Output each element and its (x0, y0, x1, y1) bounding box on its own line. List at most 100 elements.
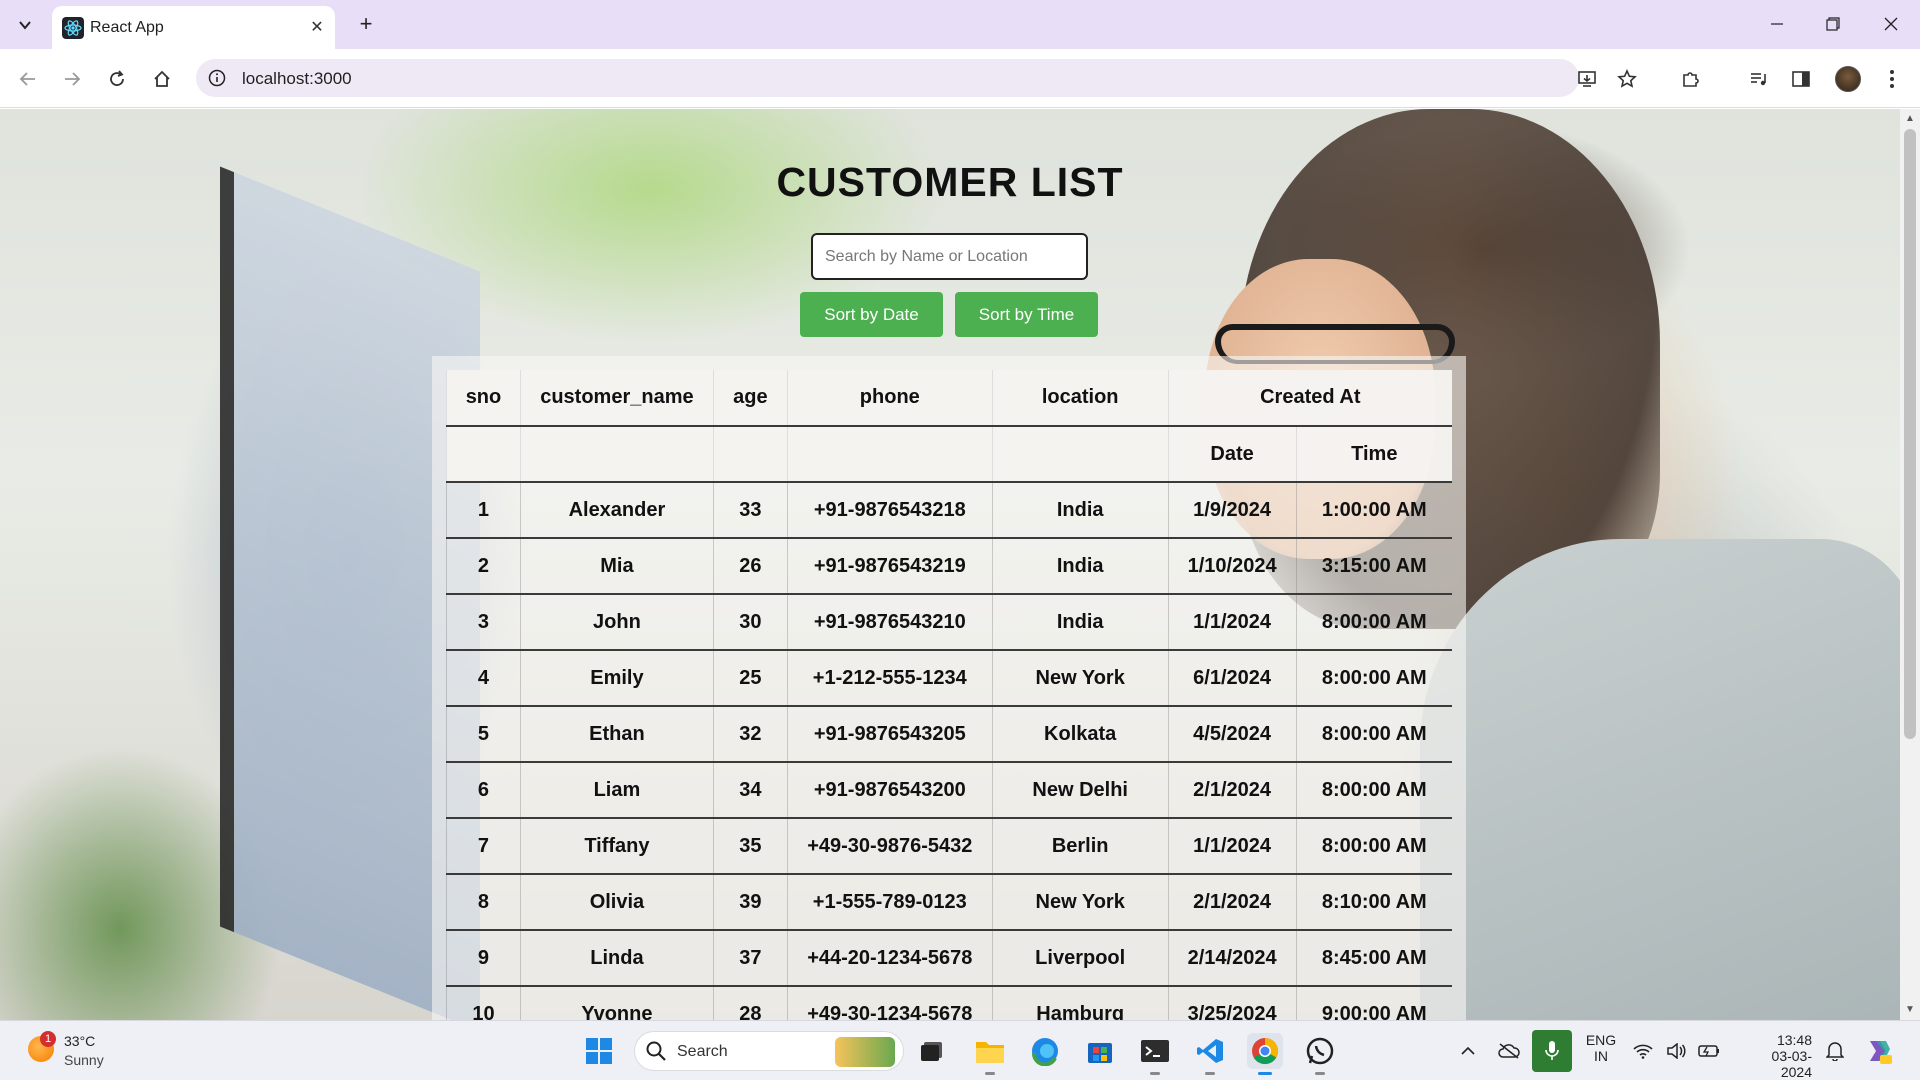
cell-sno: 4 (446, 650, 521, 707)
cell-time: 8:00:00 AM (1295, 762, 1452, 819)
cell-time: 8:45:00 AM (1295, 930, 1452, 987)
page-scrollbar[interactable]: ▲ ▼ (1900, 109, 1920, 1020)
header-customer-name: customer_name (519, 370, 714, 427)
running-indicator (1315, 1072, 1325, 1075)
table-row: 9 Linda 37 +44-20-1234-5678 Liverpool 2/14/20… (446, 930, 1452, 987)
chrome-icon[interactable] (1247, 1033, 1283, 1075)
cell-phone: +49-30-1234-5678 (786, 986, 993, 1020)
taskbar-search-box[interactable]: Search (634, 1031, 904, 1071)
new-tab-button[interactable]: + (352, 10, 380, 38)
cell-sno: 10 (446, 986, 521, 1020)
cell-time: 8:00:00 AM (1295, 650, 1452, 707)
profile-avatar[interactable] (1832, 63, 1864, 95)
sort-by-date-button[interactable]: Sort by Date (800, 292, 943, 337)
install-app-icon[interactable] (1571, 63, 1603, 95)
microphone-icon[interactable] (1532, 1030, 1572, 1072)
file-explorer-icon[interactable] (972, 1033, 1008, 1075)
microsoft-store-icon[interactable] (1082, 1033, 1118, 1069)
clock-time: 13:48 (1776, 1032, 1812, 1048)
search-highlight-icon (835, 1037, 895, 1067)
cell-location: India (991, 538, 1169, 595)
header-location: location (991, 370, 1169, 427)
cell-location: New York (991, 874, 1169, 931)
cell-time: 8:00:00 AM (1295, 818, 1452, 875)
cell-age: 37 (712, 930, 788, 987)
whatsapp-icon[interactable] (1302, 1033, 1338, 1075)
sort-by-time-button[interactable]: Sort by Time (955, 292, 1098, 337)
windows-start-icon[interactable] (581, 1033, 617, 1069)
copilot-icon[interactable] (1860, 1033, 1896, 1069)
show-hidden-icons-chevron-icon[interactable] (1455, 1033, 1481, 1069)
task-view-icon[interactable] (914, 1033, 950, 1069)
running-indicator (985, 1072, 995, 1075)
cell-sno: 3 (446, 594, 521, 651)
scroll-up-arrow-icon[interactable]: ▲ (1904, 113, 1916, 125)
browser-menu-icon[interactable] (1876, 63, 1908, 95)
vscode-icon[interactable] (1192, 1033, 1228, 1075)
cell-phone: +91-9876543219 (786, 538, 993, 595)
battery-icon[interactable] (1696, 1033, 1722, 1069)
cell-age: 34 (712, 762, 788, 819)
reload-icon[interactable] (101, 63, 133, 95)
subheader-empty (786, 426, 993, 483)
edge-browser-icon[interactable] (1027, 1033, 1063, 1069)
cell-age: 25 (712, 650, 788, 707)
cell-location: India (991, 594, 1169, 651)
cell-date: 3/25/2024 (1167, 986, 1297, 1020)
onedrive-offline-icon[interactable] (1496, 1033, 1522, 1069)
wifi-icon[interactable] (1631, 1033, 1655, 1069)
browser-tab-active[interactable]: React App ✕ (52, 6, 335, 49)
language-code: ENG (1585, 1032, 1617, 1048)
minimize-window-button[interactable] (1755, 8, 1799, 40)
address-bar[interactable]: localhost:3000 (196, 59, 1579, 97)
clock[interactable]: 13:48 03-03-2024 (1742, 1032, 1812, 1080)
cell-time: 8:00:00 AM (1295, 594, 1452, 651)
home-icon[interactable] (146, 63, 178, 95)
taskbar-search-label: Search (677, 1043, 728, 1060)
forward-arrow-icon[interactable] (56, 63, 88, 95)
tab-search-dropdown-icon[interactable] (12, 12, 38, 38)
language-indicator[interactable]: ENG IN (1583, 1032, 1619, 1064)
subheader-empty (446, 426, 521, 483)
close-window-button[interactable] (1869, 8, 1913, 40)
customer-table-body: 1 Alexander 33 +91-9876543218 India 1/9/2024 1… (446, 482, 1452, 1020)
browser-tab-bar: React App ✕ + (0, 0, 1920, 49)
browser-toolbar: localhost:3000 (0, 49, 1920, 108)
table-row: 4 Emily 25 +1-212-555-1234 New York 6/1/2024 8… (446, 650, 1452, 707)
weather-temperature: 33°C (64, 1033, 96, 1049)
terminal-icon[interactable] (1137, 1033, 1173, 1075)
cell-date: 6/1/2024 (1167, 650, 1297, 707)
cell-customer-name: Liam (519, 762, 714, 819)
volume-icon[interactable] (1664, 1033, 1688, 1069)
scrollbar-thumb[interactable] (1904, 129, 1916, 739)
running-indicator (1205, 1072, 1215, 1075)
table-row: 8 Olivia 39 +1-555-789-0123 New York 2/1/2024… (446, 874, 1452, 931)
extensions-puzzle-icon[interactable] (1675, 63, 1707, 95)
cell-location: Liverpool (991, 930, 1169, 987)
site-info-icon[interactable] (204, 65, 230, 91)
cell-date: 2/1/2024 (1167, 874, 1297, 931)
header-phone: phone (786, 370, 993, 427)
react-logo-icon (62, 17, 84, 39)
cell-phone: +44-20-1234-5678 (786, 930, 993, 987)
cell-time: 1:00:00 AM (1295, 482, 1452, 539)
back-arrow-icon[interactable] (12, 63, 44, 95)
restore-window-button[interactable] (1811, 8, 1855, 40)
bookmark-star-icon[interactable] (1611, 63, 1643, 95)
media-control-icon[interactable] (1742, 63, 1774, 95)
cell-date: 1/10/2024 (1167, 538, 1297, 595)
cell-time: 9:00:00 AM (1295, 986, 1452, 1020)
side-panel-icon[interactable] (1785, 63, 1817, 95)
cell-customer-name: John (519, 594, 714, 651)
cell-customer-name: Emily (519, 650, 714, 707)
scroll-down-arrow-icon[interactable]: ▼ (1904, 1004, 1916, 1016)
cell-time: 3:15:00 AM (1295, 538, 1452, 595)
notification-bell-icon[interactable] (1822, 1033, 1848, 1069)
subheader-empty (519, 426, 714, 483)
close-tab-icon[interactable]: ✕ (305, 15, 329, 39)
search-input[interactable] (811, 233, 1088, 280)
cell-customer-name: Linda (519, 930, 714, 987)
page-title: CUSTOMER LIST (776, 159, 1124, 205)
cell-date: 2/14/2024 (1167, 930, 1297, 987)
cell-age: 28 (712, 986, 788, 1020)
